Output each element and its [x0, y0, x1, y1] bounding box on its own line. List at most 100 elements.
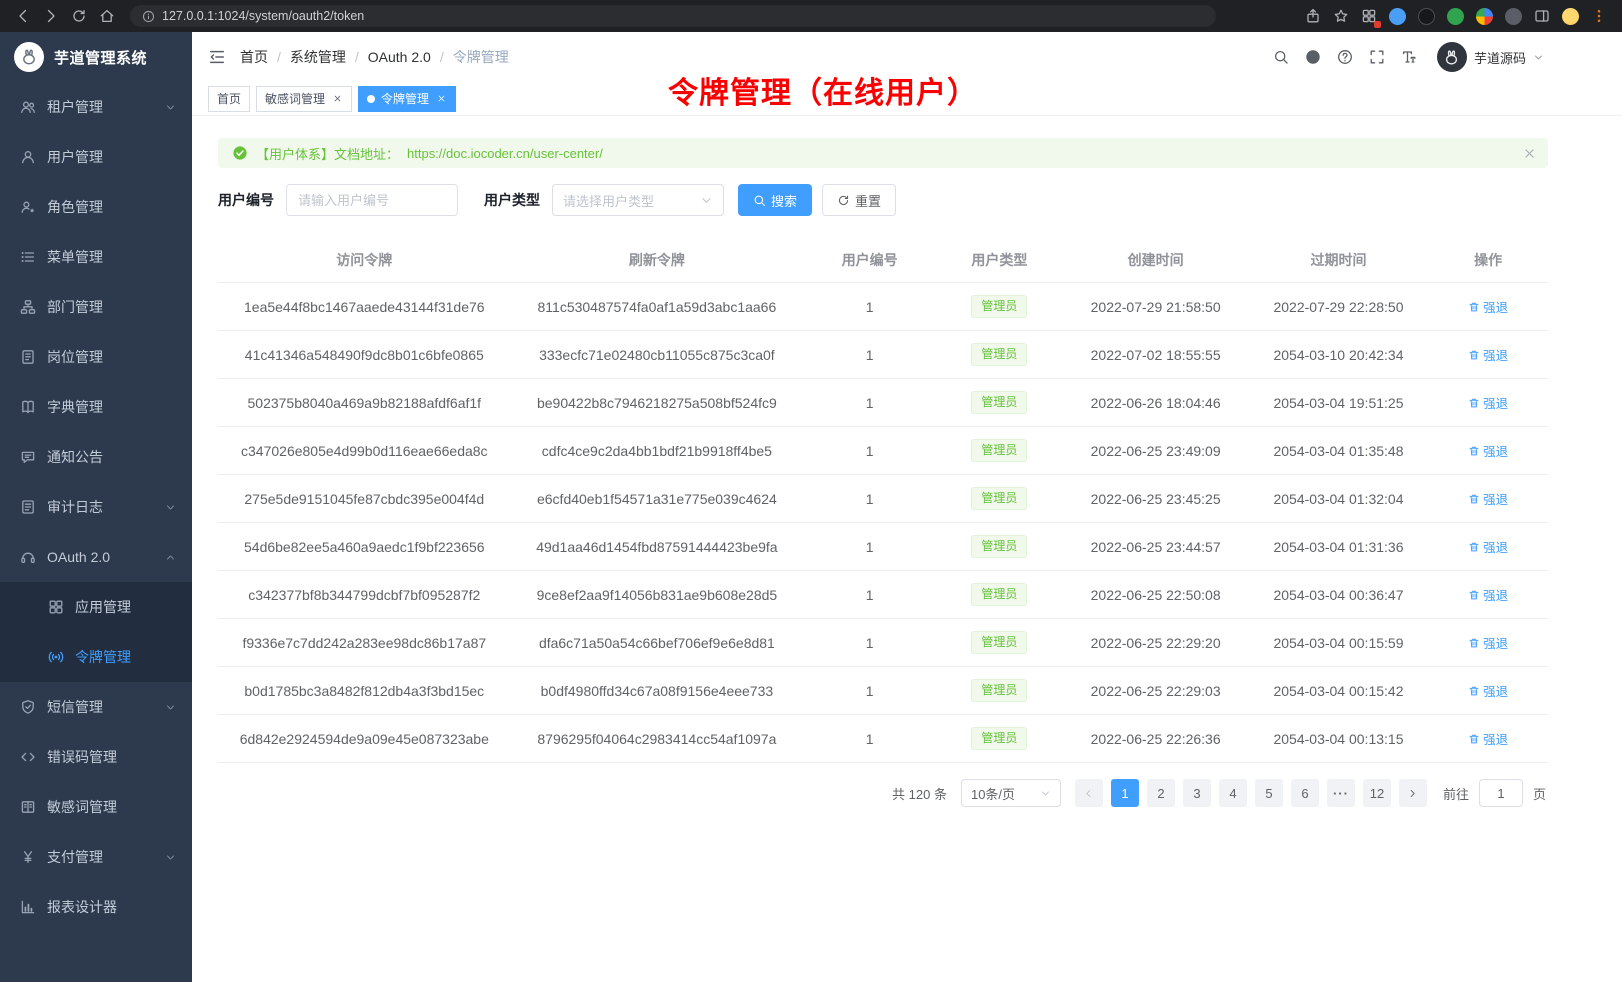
browser-profile-avatar[interactable]	[1562, 8, 1579, 25]
force-logout-button[interactable]: 强退	[1468, 537, 1508, 556]
force-logout-button[interactable]: 强退	[1468, 633, 1508, 652]
extension-badge	[1374, 21, 1381, 28]
user-type-select[interactable]: 请选择用户类型	[552, 184, 724, 216]
pagination-page-button[interactable]: 6	[1291, 779, 1319, 807]
pagination-page-button[interactable]: 5	[1255, 779, 1283, 807]
sidebar-fold-icon[interactable]	[208, 48, 226, 66]
force-logout-button[interactable]: 强退	[1468, 297, 1508, 316]
app-logo[interactable]: 芋道管理系统	[0, 32, 192, 82]
prev-page-button[interactable]	[1075, 779, 1103, 807]
sidebar-item[interactable]: 短信管理	[0, 682, 192, 732]
pagination-page-button[interactable]: 3	[1183, 779, 1211, 807]
breadcrumb-item[interactable]: OAuth 2.0	[368, 49, 431, 65]
user-type-cell: 管理员	[936, 667, 1062, 715]
column-header: 操作	[1428, 238, 1548, 283]
sidebar-item[interactable]: 报表设计器	[0, 882, 192, 932]
next-page-button[interactable]	[1399, 779, 1427, 807]
doc-link[interactable]: https://doc.iocoder.cn/user-center/	[407, 146, 603, 161]
pagination-page-button[interactable]: 2	[1147, 779, 1175, 807]
split-view-icon[interactable]	[1529, 3, 1555, 29]
user-id-input[interactable]	[286, 184, 458, 216]
force-logout-button[interactable]: 强退	[1468, 585, 1508, 604]
browser-back-icon[interactable]	[10, 3, 36, 29]
user-menu[interactable]: 芋道源码	[1437, 42, 1544, 72]
extension-paw-icon[interactable]	[1505, 8, 1522, 25]
create-time-cell: 2022-07-02 18:55:55	[1063, 331, 1249, 379]
user-avatar	[1437, 42, 1467, 72]
user-id-cell: 1	[803, 283, 936, 331]
create-time-cell: 2022-06-25 22:26:36	[1063, 715, 1249, 763]
browser-reload-icon[interactable]	[66, 3, 92, 29]
breadcrumb-item[interactable]: 首页	[240, 47, 268, 67]
help-icon[interactable]	[1337, 49, 1353, 65]
sidebar-item[interactable]: 用户管理	[0, 132, 192, 182]
font-size-icon[interactable]	[1401, 49, 1417, 65]
force-logout-button[interactable]: 强退	[1468, 393, 1508, 412]
expire-time-cell: 2054-03-04 00:15:59	[1249, 619, 1429, 667]
browser-home-icon[interactable]	[94, 3, 120, 29]
tab-close-icon[interactable]	[331, 93, 343, 105]
force-logout-button[interactable]: 强退	[1468, 729, 1508, 748]
page-size-select[interactable]: 10条/页	[961, 779, 1061, 807]
tab-close-icon[interactable]	[435, 93, 447, 105]
reset-button[interactable]: 重置	[822, 184, 896, 216]
action-cell: 强退	[1428, 667, 1548, 715]
trash-icon	[1468, 733, 1480, 745]
sidebar-item[interactable]: 岗位管理	[0, 332, 192, 382]
extension-pinwheel-icon[interactable]	[1476, 8, 1493, 25]
sidebar-item[interactable]: 字典管理	[0, 382, 192, 432]
goto-page-input[interactable]	[1479, 779, 1523, 807]
search-button[interactable]: 搜索	[738, 184, 812, 216]
alert-close-icon[interactable]	[1523, 147, 1536, 160]
pagination-page-button[interactable]: 1	[1111, 779, 1139, 807]
bookmark-star-icon[interactable]	[1328, 3, 1354, 29]
sidebar-item[interactable]: 令牌管理	[0, 632, 192, 682]
breadcrumb-item[interactable]: 系统管理	[290, 47, 346, 67]
sidebar-item[interactable]: 支付管理	[0, 832, 192, 882]
refresh-token-cell: e6cfd40eb1f54571a31e775e039c4624	[511, 475, 804, 523]
user-type-badge: 管理员	[971, 727, 1027, 749]
force-logout-button[interactable]: 强退	[1468, 681, 1508, 700]
sidebar-item[interactable]: 敏感词管理	[0, 782, 192, 832]
share-icon[interactable]	[1300, 3, 1326, 29]
user-type-cell: 管理员	[936, 715, 1062, 763]
extension-green-icon[interactable]	[1447, 8, 1464, 25]
pagination-page-button[interactable]: 12	[1363, 779, 1391, 807]
extension-grid-icon[interactable]	[1356, 3, 1382, 29]
tab-item[interactable]: 首页	[208, 86, 250, 112]
force-logout-button[interactable]: 强退	[1468, 489, 1508, 508]
search-icon[interactable]	[1273, 49, 1289, 65]
address-bar[interactable]: 127.0.0.1:1024/system/oauth2/token	[130, 5, 1216, 27]
pagination-page-button[interactable]: 4	[1219, 779, 1247, 807]
extension-blue-icon[interactable]	[1389, 8, 1406, 25]
sidebar-item[interactable]: 错误码管理	[0, 732, 192, 782]
user-type-badge: 管理员	[971, 535, 1027, 557]
browser-menu-icon[interactable]	[1586, 3, 1612, 29]
pagination-more-button[interactable]: ···	[1327, 779, 1355, 807]
force-logout-button[interactable]: 强退	[1468, 345, 1508, 364]
force-logout-label: 强退	[1483, 441, 1508, 460]
force-logout-label: 强退	[1483, 297, 1508, 316]
sidebar-item[interactable]: OAuth 2.0	[0, 532, 192, 582]
browser-forward-icon[interactable]	[38, 3, 64, 29]
sidebar-item[interactable]: 应用管理	[0, 582, 192, 632]
sidebar-item[interactable]: 租户管理	[0, 82, 192, 132]
sidebar-item[interactable]: 菜单管理	[0, 232, 192, 282]
user-type-badge: 管理员	[971, 487, 1027, 509]
site-info-icon[interactable]	[142, 10, 155, 23]
tab-item[interactable]: 令牌管理	[358, 86, 456, 112]
force-logout-button[interactable]: 强退	[1468, 441, 1508, 460]
user-type-cell: 管理员	[936, 427, 1062, 475]
tab-item[interactable]: 敏感词管理	[256, 86, 352, 112]
extension-dark-icon[interactable]	[1418, 8, 1435, 25]
sidebar-item[interactable]: 通知公告	[0, 432, 192, 482]
refresh-token-cell: 49d1aa46d1454fbd87591444423be9fa	[511, 523, 804, 571]
sidebar-item[interactable]: 审计日志	[0, 482, 192, 532]
sidebar-item[interactable]: 部门管理	[0, 282, 192, 332]
access-token-cell: 6d842e2924594de9a09e45e087323abe	[218, 715, 511, 763]
github-icon[interactable]	[1305, 49, 1321, 65]
sidebar-item[interactable]: 角色管理	[0, 182, 192, 232]
fullscreen-icon[interactable]	[1369, 49, 1385, 65]
sidebar-item-label: 用户管理	[47, 147, 103, 167]
sidebar-item-label: 租户管理	[47, 97, 103, 117]
